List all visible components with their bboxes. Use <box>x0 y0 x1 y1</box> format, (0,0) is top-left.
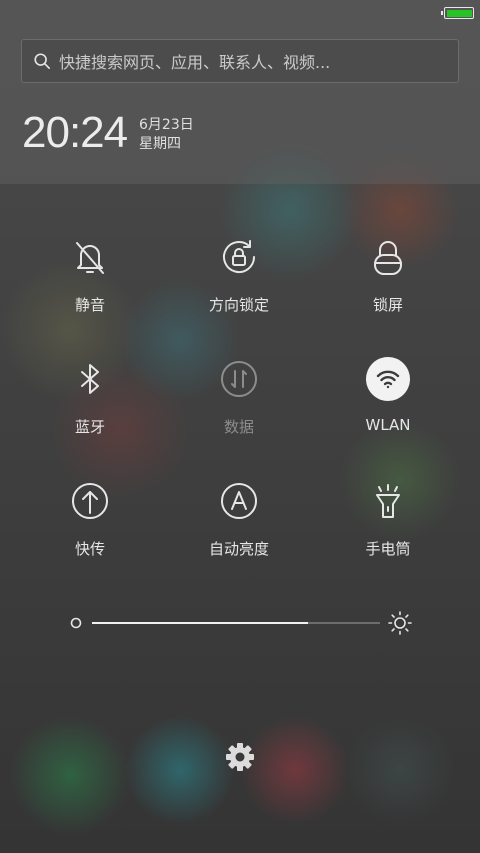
search-bar[interactable]: 快捷搜索网页、应用、联系人、视频... <box>21 39 459 83</box>
mobile-data-icon <box>216 356 262 402</box>
upload-icon <box>67 478 113 524</box>
gear-icon[interactable] <box>224 741 256 773</box>
brightness-low-icon <box>70 617 82 629</box>
date-text: 6月23日 <box>139 117 194 133</box>
brightness-high-icon <box>388 611 412 635</box>
toggle-mobile-data[interactable]: 数据 <box>169 356 309 456</box>
toggle-quick-transfer-label: 快传 <box>74 540 105 558</box>
flashlight-icon <box>365 478 411 524</box>
rotation-lock-icon <box>216 234 262 280</box>
search-placeholder: 快捷搜索网页、应用、联系人、视频... <box>59 53 331 72</box>
toggle-mobile-data-label: 数据 <box>223 418 254 436</box>
clock-time: 20:24 <box>22 108 128 157</box>
toggle-lock-screen[interactable]: 锁屏 <box>318 234 458 334</box>
search-icon <box>34 53 51 70</box>
battery-icon <box>441 7 474 19</box>
toggle-rotation-lock[interactable]: 方向锁定 <box>169 234 309 334</box>
toggle-rotation-lock-label: 方向锁定 <box>208 296 269 314</box>
auto-brightness-icon <box>216 478 262 524</box>
toggle-bluetooth-label: 蓝牙 <box>74 418 105 436</box>
toggle-wlan[interactable]: WLAN <box>318 356 458 456</box>
bluetooth-icon <box>67 356 113 402</box>
bell-off-icon <box>67 234 113 280</box>
toggle-mute-label: 静音 <box>74 296 105 314</box>
brightness-slider[interactable] <box>68 611 414 635</box>
toggle-mute[interactable]: 静音 <box>20 234 160 334</box>
toggle-lock-screen-label: 锁屏 <box>372 296 403 314</box>
toggle-auto-brightness-label: 自动亮度 <box>208 540 269 558</box>
wlan-active-indicator <box>366 357 410 401</box>
wifi-icon <box>365 356 411 402</box>
toggle-wlan-label: WLAN <box>365 416 411 434</box>
toggle-quick-transfer[interactable]: 快传 <box>20 478 160 578</box>
toggle-flashlight-label: 手电筒 <box>365 540 411 558</box>
toggle-flashlight[interactable]: 手电筒 <box>318 478 458 578</box>
battery-level-fill <box>446 9 472 17</box>
toggle-auto-brightness[interactable]: 自动亮度 <box>169 478 309 578</box>
toggle-bluetooth[interactable]: 蓝牙 <box>20 356 160 456</box>
date-block: 6月23日 星期四 <box>139 116 194 154</box>
lock-icon <box>365 234 411 280</box>
weekday-text: 星期四 <box>139 136 181 152</box>
